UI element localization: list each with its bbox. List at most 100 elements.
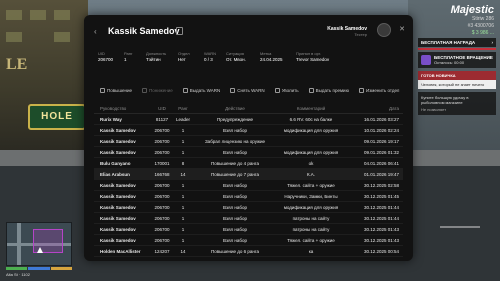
remove-warn-button[interactable]: Снять WARN — [226, 83, 268, 97]
table-cell: Забрал лицензию на оружие — [204, 138, 266, 144]
table-cell: К.А. — [306, 171, 316, 177]
table-cell: Rurix Way — [100, 116, 122, 122]
info-field: Отдел Нет — [178, 51, 204, 77]
table-cell: 206700 — [154, 204, 170, 210]
action-label: Понижение — [148, 87, 173, 93]
table-cell: 1 — [181, 138, 185, 144]
page-title: Kassik Samedov — [108, 26, 180, 36]
promote-button[interactable]: Повышение — [96, 83, 136, 97]
avatar[interactable] — [377, 23, 391, 37]
table-cell: Предупреждение — [216, 116, 254, 122]
demote-button: Понижение — [138, 83, 177, 97]
table-cell: Kassik Samedov — [100, 204, 136, 210]
give-warn-button[interactable]: Выдать WARN — [179, 83, 225, 97]
table-cell: 206700 — [154, 215, 170, 221]
current-user: Kassik Samedov Тестер — [327, 26, 367, 37]
fire-icon — [274, 87, 280, 93]
id-card-icon — [176, 27, 183, 35]
table-row[interactable]: Kassik Samedov 206700 1 Взял набор модификац… — [94, 125, 403, 136]
table-cell: Тяжел. сайта + оружие — [287, 182, 335, 188]
table-cell: 1 — [181, 204, 185, 210]
hud-line-2: #3 4300706 — [467, 23, 494, 29]
table-cell: Взял набор — [223, 237, 247, 243]
table-cell: Bulu Ganyano — [100, 160, 131, 166]
action-label: Выдать премию — [315, 87, 349, 93]
table-row[interactable]: Kassik Samedov 206700 1 Забрал лицензию на … — [94, 136, 403, 147]
table-cell: 1 — [181, 226, 185, 232]
table-cell: 1 — [181, 127, 185, 133]
table-cell: 206700 — [154, 138, 170, 144]
table-cell: Взял набор — [223, 182, 247, 188]
table-body: Rurix Way 81127 Leader Предупреждение 6.6 RV… — [94, 114, 403, 257]
close-icon[interactable]: ✕ — [399, 26, 405, 34]
column-header: Действие — [225, 105, 245, 111]
action-label: Выдать WARN — [189, 87, 221, 93]
give-bonus-button[interactable]: Выдать премию — [305, 83, 353, 97]
table-cell: 81127 — [155, 116, 169, 122]
table-cell: Наручники, Замки, Бинты — [284, 193, 338, 199]
table-cell: модификация для оружия — [283, 204, 339, 210]
table-row[interactable]: Kassik Samedov 206700 1 Взял набор патроны н… — [94, 213, 403, 224]
table-row[interactable]: Kassik Samedov 206700 1 Взял набор Тяжел. са… — [94, 180, 403, 191]
quest-offer: Купите большую удочку в рыболовном магаз… — [418, 92, 496, 115]
table-cell: 1 — [181, 182, 185, 188]
info-field: WARN 0 / 3 — [204, 51, 226, 77]
back-icon[interactable]: ‹ — [94, 27, 103, 36]
table-cell: 30.12.2025 02:58 — [363, 182, 399, 188]
column-header: Дата — [389, 105, 399, 111]
table-row[interactable]: Elias Arabsun 166768 14 Повышение до 7 ранг… — [94, 169, 403, 180]
table-cell: Взял набор — [223, 127, 247, 133]
hud-line-1: Stiriw 286 — [472, 16, 494, 22]
table-cell: 30.12.2025 01:43 — [363, 237, 399, 243]
table-cell: Kassik Samedov — [100, 127, 136, 133]
status-bars — [6, 267, 72, 270]
minimap — [6, 222, 72, 266]
modal-header: ‹ Kassik Samedov Kassik Samedov Тестер ✕ — [84, 15, 413, 51]
table-cell: 14 — [180, 171, 186, 177]
change-department-button[interactable]: Изменить отдел — [355, 83, 403, 97]
change-department-icon — [358, 87, 364, 93]
reward-header-label: БЕСПЛАТНАЯ НАГРАДА — [421, 40, 476, 45]
reward-sub: Осталось: 00:00 — [434, 60, 465, 65]
give-warn-icon — [182, 87, 188, 93]
table-cell: Kassik Samedov — [100, 149, 136, 155]
table-cell: 166768 — [154, 171, 170, 177]
table-row[interactable]: Kassik Samedov 206700 1 Взял набор Тяжел. са… — [94, 235, 403, 246]
health-bar — [6, 267, 28, 270]
info-value: 24.04.2025 — [260, 57, 283, 62]
table-row[interactable]: Bulu Ganyano 170001 8 Повышение до 4 ранга o… — [94, 158, 403, 169]
server-brand: Majestic — [450, 4, 494, 16]
reward-card[interactable]: БЕСПЛАТНОЕ ВРАЩЕНИЕ Осталось: 00:00 — [418, 52, 496, 68]
table-cell: патроны на сайту — [292, 226, 330, 232]
table-cell: Kassik Samedov — [100, 138, 136, 144]
table-cell: 206700 — [154, 149, 170, 155]
table-row[interactable]: Kassik Samedov 206700 1 Взял набор модификац… — [94, 202, 403, 213]
info-field: Должность Тэйтин — [146, 51, 178, 77]
user-status: Тестер — [354, 32, 367, 37]
info-field: Принял в орг. Trevor Samedov — [296, 51, 366, 77]
table-cell: 170001 — [154, 160, 170, 166]
action-toolbar: Повышение Понижение Выдать WARN Снять WARN У… — [96, 83, 401, 97]
table-cell: Kassik Samedov — [100, 182, 136, 188]
action-label: Уволить — [281, 87, 299, 93]
table-cell: 04.01.2026 06:41 — [363, 160, 399, 166]
table-row[interactable]: Rurix Way 81127 Leader Предупреждение 6.6 RV… — [94, 114, 403, 125]
table-cell: Leader — [175, 116, 190, 122]
wheel-icon — [421, 55, 431, 65]
fire-button[interactable]: Уволить — [271, 83, 303, 97]
table-row[interactable]: Kassik Samedov 206700 1 Взял набор патроны н… — [94, 224, 403, 235]
quest-offer-text: Купите большую удочку в рыболовном магаз… — [421, 95, 469, 105]
table-cell: Взял набор — [223, 204, 247, 210]
info-field: Метка 24.04.2025 — [260, 51, 296, 77]
table-row[interactable]: Kassik Samedov 206700 1 Взял набор модификац… — [94, 147, 403, 158]
reward-header[interactable]: БЕСПЛАТНАЯ НАГРАДА › — [418, 38, 496, 47]
quest-accept[interactable]: Не позволяет — [421, 107, 493, 112]
table-cell: 30.12.2025 00:54 — [363, 248, 399, 254]
table-cell: 10.01.2026 02:24 — [363, 127, 399, 133]
table-row[interactable]: Holden MacAllister 124207 14 Повышение до 6… — [94, 246, 403, 257]
table-cell: 09.01.2026 19:17 — [363, 138, 399, 144]
table-cell: 206700 — [154, 127, 170, 133]
table-row[interactable]: Kassik Samedov 206700 1 Взял набор Наручники… — [94, 191, 403, 202]
table-cell: Holden MacAllister — [100, 248, 141, 254]
table-cell: 206700 — [154, 237, 170, 243]
